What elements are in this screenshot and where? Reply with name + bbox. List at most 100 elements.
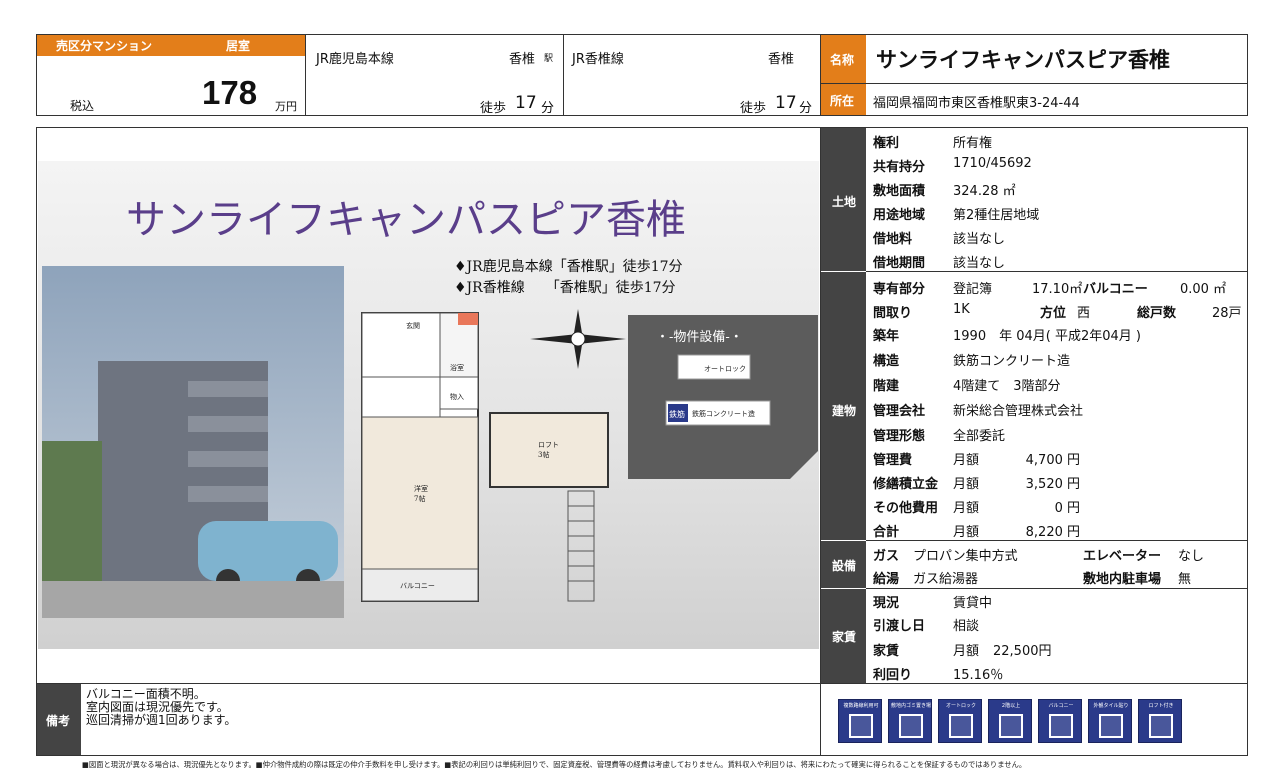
handover-label: 引渡し日	[873, 619, 926, 634]
equipment-title: ・-物件設備-・	[656, 329, 743, 345]
fee-label: その他費用	[873, 501, 939, 516]
feature-icon-glyph	[1149, 714, 1173, 738]
land-row-value: 第2種住居地域	[953, 208, 1040, 223]
parking-value: 無	[1178, 572, 1192, 587]
property-type: 売区分マンション	[56, 39, 153, 53]
feature-icon-caption: ロフト付き	[1148, 703, 1174, 709]
compass-icon	[530, 309, 626, 369]
direction-value: 西	[1077, 306, 1091, 321]
layout-label: 間取り	[873, 306, 913, 321]
equipment-section: 設備	[832, 559, 857, 573]
mgmt-type-value: 全部委託	[953, 429, 1006, 444]
feature-icon-glyph	[1049, 714, 1073, 738]
feature-icon-glyph	[1099, 714, 1123, 738]
name-label: 名称	[830, 53, 855, 67]
fee-amount: 4,700 円	[1025, 453, 1080, 468]
autolock-icon: オートロック	[938, 699, 982, 743]
tax-label: 税込	[70, 99, 95, 113]
feature-icon-caption: バルコニー	[1048, 703, 1074, 709]
land-row-value: 324.28 ㎡	[953, 184, 1016, 199]
rent-label: 家賃	[873, 644, 900, 659]
mgmt-co-value: 新栄総合管理株式会社	[953, 404, 1084, 419]
price-unit: 万円	[275, 100, 297, 113]
image-access-1: ♦JR鹿児島本線「香椎駅」徒歩17分	[454, 258, 683, 275]
line-1: JR鹿児島本線	[316, 52, 394, 67]
walk-1-num: 17	[515, 93, 537, 113]
rent-period: 月額	[953, 644, 980, 659]
status-value: 賃貸中	[953, 596, 993, 611]
land-row-value: 1710/45692	[953, 156, 1032, 171]
yield-value: 15.16％	[953, 668, 1004, 683]
footer-note: ■図面と現況が異なる場合は、現況優先となります。■仲介物件成約の際は既定の仲介手…	[82, 760, 1027, 769]
equipment-rc: 鉄筋コンクリート造	[692, 409, 755, 418]
property-name: サンライフキャンパスピア香椎	[876, 48, 1170, 72]
units-value: 28戸	[1212, 306, 1242, 321]
fee-period: 月額	[953, 501, 980, 516]
fee-amount: 0 円	[1054, 501, 1080, 516]
loft-icon: ロフト付き	[1138, 699, 1182, 743]
building-section: 建物	[832, 404, 857, 418]
fee-amount: 8,220 円	[1025, 525, 1080, 540]
handover-value: 相談	[953, 619, 980, 634]
feature-icon-caption: 敷地内ゴミ置き場	[890, 703, 931, 709]
exclusive-area: 17.10㎡	[1032, 282, 1083, 297]
station-suffix-1: 駅	[544, 54, 554, 64]
feature-icon-caption: 外観タイル貼り	[1093, 703, 1129, 709]
water-label: 給湯	[873, 572, 900, 587]
image-title: サンライフキャンパスピア香椎	[126, 197, 686, 243]
room-type: 居室	[226, 39, 251, 53]
fee-period: 月額	[953, 477, 980, 492]
walk-2-pre: 徒歩	[740, 101, 767, 116]
station-2: 香椎	[768, 52, 795, 67]
status-label: 現況	[873, 596, 900, 611]
walk-1-unit: 分	[541, 101, 555, 116]
structure-label: 構造	[873, 354, 900, 369]
fee-amount: 3,520 円	[1025, 477, 1080, 492]
exclusive-type: 登記簿	[953, 282, 993, 297]
price-value: 178	[202, 74, 258, 111]
rent-section: 家賃	[832, 630, 857, 644]
feature-icon-caption: 複数路線利用可	[843, 703, 879, 709]
image-access-2: ♦JR香椎線 「香椎駅」徒歩17分	[454, 280, 676, 296]
land-row-value: 該当なし	[953, 232, 1006, 247]
balcony-icon: バルコニー	[1038, 699, 1082, 743]
fee-period: 月額	[953, 453, 980, 468]
equipment-rc-badge: 鉄筋	[669, 409, 685, 419]
fee-label: 修繕積立金	[873, 477, 939, 492]
land-row-label: 借地料	[873, 232, 913, 247]
direction-label: 方位	[1040, 306, 1067, 321]
floor-entrance: 玄関	[406, 321, 420, 330]
mgmt-co-label: 管理会社	[873, 404, 926, 419]
built-label: 築年	[873, 329, 900, 344]
remarks-label: 備考	[46, 714, 71, 728]
elevator-value: なし	[1178, 549, 1205, 564]
land-row-value: 該当なし	[953, 256, 1006, 271]
feature-icon-glyph	[999, 714, 1023, 738]
walk-2-unit: 分	[799, 101, 813, 116]
gas-value: プロパン集中方式	[913, 549, 1018, 564]
walk-1-pre: 徒歩	[480, 101, 507, 116]
equipment-autolock: オートロック	[704, 365, 746, 373]
station-1: 香椎	[509, 52, 536, 67]
land-section: 土地	[832, 195, 857, 209]
units-label: 総戸数	[1137, 306, 1177, 321]
land-row-label: 権利	[873, 136, 900, 151]
garbage-icon: 敷地内ゴミ置き場	[888, 699, 932, 743]
feature-icon-glyph	[899, 714, 923, 738]
floors-label: 階建	[873, 379, 900, 394]
land-row-label: 用途地域	[873, 208, 926, 223]
address: 福岡県福岡市東区香椎駅東3-24-44	[873, 96, 1080, 111]
balcony-area: 0.00 ㎡	[1180, 282, 1227, 297]
rent-amount: 22,500円	[993, 644, 1052, 659]
mgmt-type-label: 管理形態	[873, 429, 926, 444]
floor-balcony: バルコニー	[400, 582, 435, 590]
fee-label: 合計	[873, 525, 900, 540]
water-value: ガス給湯器	[913, 572, 979, 587]
yield-label: 利回り	[873, 668, 913, 683]
property-image: サンライフキャンパスピア香椎 ♦JR鹿児島本線「香椎駅」徒歩17分 ♦JR香椎線…	[38, 161, 819, 649]
walk-2-num: 17	[775, 93, 797, 113]
land-row-label: 共有持分	[873, 160, 926, 175]
land-row-label: 借地期間	[873, 256, 926, 271]
elevator-label: エレベーター	[1083, 549, 1162, 564]
land-row-label: 敷地面積	[873, 184, 926, 199]
